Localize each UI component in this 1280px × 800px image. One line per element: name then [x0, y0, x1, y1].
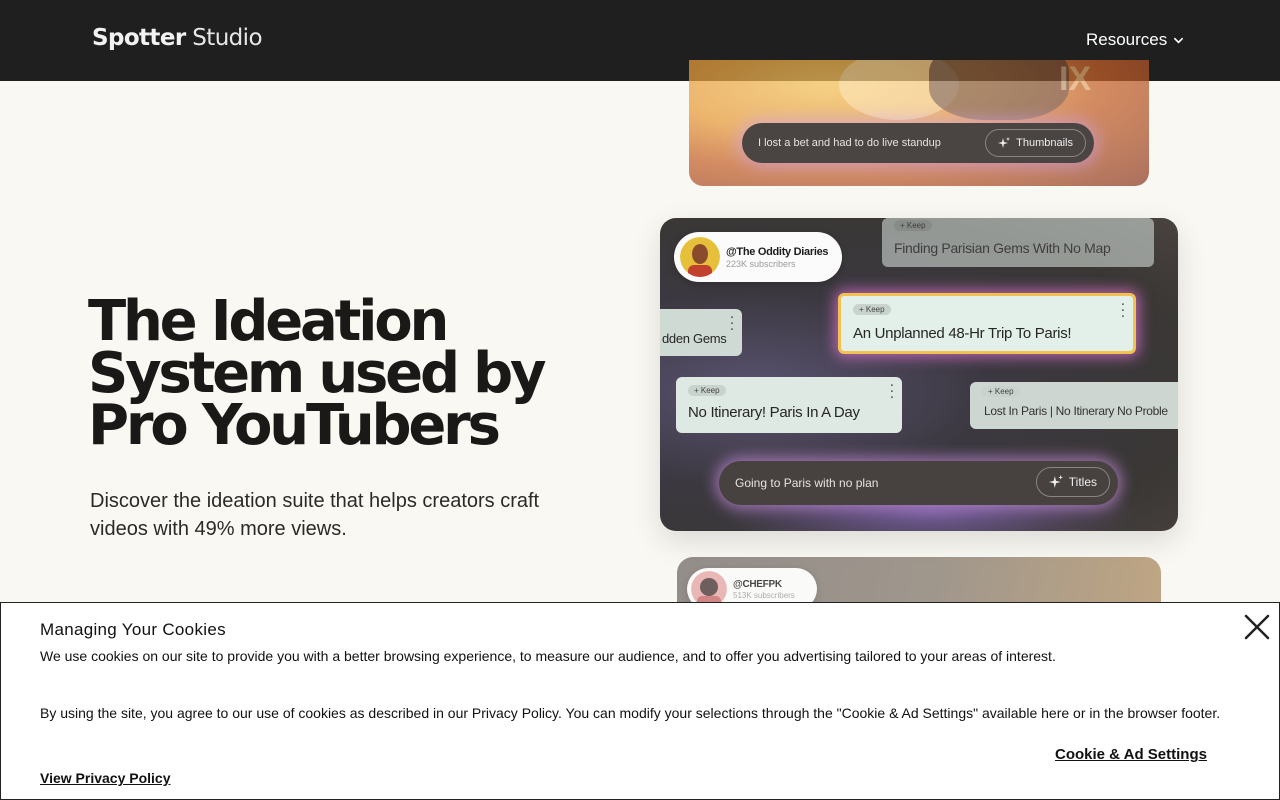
- logo[interactable]: Spotter Studio: [92, 25, 263, 51]
- keep-tag[interactable]: + Keep: [982, 386, 1020, 397]
- creator-name: @CHEFPK: [733, 578, 782, 590]
- idea-card[interactable]: · · · dden Gems: [660, 309, 742, 356]
- titles-prompt-bar[interactable]: Going to Paris with no plan Titles: [719, 461, 1118, 505]
- keep-tag[interactable]: + Keep: [688, 385, 726, 396]
- idea-card[interactable]: + Keep Finding Parisian Gems With No Map: [882, 218, 1154, 267]
- thumbnails-button-label: Thumbnails: [1016, 137, 1073, 149]
- thumbnail-art-figure: [929, 60, 1069, 120]
- logo-light: Studio: [192, 25, 262, 51]
- creator-subscribers: 513K subscribers: [733, 590, 795, 600]
- idea-text: Finding Parisian Gems With No Map: [894, 240, 1111, 256]
- sparkle-icon: [998, 137, 1011, 148]
- more-vertical-icon[interactable]: · · ·: [730, 313, 734, 336]
- idea-card[interactable]: + Keep Lost In Paris | No Itinerary No P…: [970, 382, 1178, 429]
- privacy-policy-link[interactable]: View Privacy Policy: [40, 770, 171, 786]
- cookie-title: Managing Your Cookies: [40, 620, 226, 639]
- resources-menu[interactable]: Resources: [1086, 30, 1184, 50]
- titles-button[interactable]: Titles: [1035, 467, 1110, 497]
- idea-text: No Itinerary! Paris In A Day: [688, 404, 860, 421]
- sparkle-icon: [1048, 475, 1063, 488]
- cookie-consent-text: By using the site, you agree to our use …: [40, 705, 1221, 721]
- close-icon[interactable]: [1242, 612, 1272, 642]
- creator-name: @The Oddity Diaries: [726, 245, 829, 258]
- idea-text: Lost In Paris | No Itinerary No Proble: [984, 404, 1168, 418]
- more-vertical-icon[interactable]: · · ·: [1121, 300, 1125, 323]
- thumbnails-button[interactable]: Thumbnails: [985, 129, 1086, 157]
- thumbnail-art-text: IX: [1059, 60, 1092, 98]
- resources-label: Resources: [1086, 30, 1168, 49]
- keep-tag[interactable]: + Keep: [853, 304, 891, 315]
- hero-title: The Ideation System used by Pro YouTuber…: [88, 294, 558, 458]
- idea-text: An Unplanned 48-Hr Trip To Paris!: [853, 325, 1072, 342]
- titles-prompt-text: Going to Paris with no plan: [735, 476, 879, 490]
- chevron-down-icon: [1174, 37, 1184, 44]
- thumbnail-prompt-bar[interactable]: I lost a bet and had to do live standup …: [742, 123, 1094, 163]
- creator-subscribers: 223K subscribers: [726, 258, 796, 269]
- cookie-description: We use cookies on our site to provide yo…: [40, 648, 1056, 664]
- cookie-settings-link[interactable]: Cookie & Ad Settings: [1055, 746, 1207, 763]
- idea-text: dden Gems: [662, 331, 727, 346]
- thumbnail-prompt-text: I lost a bet and had to do live standup: [758, 137, 941, 149]
- idea-card-highlighted[interactable]: + Keep · · · An Unplanned 48-Hr Trip To Pa…: [838, 293, 1136, 354]
- idea-card[interactable]: + Keep · · · No Itinerary! Paris In A Day: [676, 377, 902, 433]
- hero-title-line-3: Pro YouTubers: [88, 393, 501, 458]
- logo-bold: Spotter: [92, 25, 186, 51]
- cookie-banner: Managing Your Cookies We use cookies on …: [0, 602, 1280, 800]
- more-vertical-icon[interactable]: · · ·: [890, 381, 894, 404]
- titles-button-label: Titles: [1068, 475, 1097, 489]
- hero-subtitle: Discover the ideation suite that helps c…: [90, 490, 540, 540]
- keep-tag[interactable]: + Keep: [894, 220, 932, 231]
- creator-badge: @The Oddity Diaries 223K subscribers: [674, 232, 842, 282]
- avatar: [680, 237, 720, 277]
